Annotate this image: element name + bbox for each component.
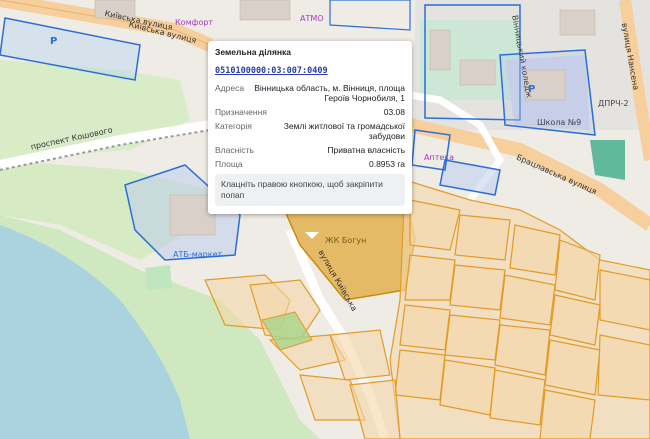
- label-address: Адреса: [215, 83, 245, 93]
- row-purpose: Призначення 03.08: [215, 107, 405, 117]
- row-address: Адреса Вінницька область, м. Вінниця, пл…: [215, 83, 405, 103]
- popup-title: Земельна ділянка: [215, 47, 292, 57]
- value-category: Землі житлової та громадської забудови: [283, 121, 405, 141]
- value-ownership: Приватна власність: [327, 145, 405, 155]
- row-category: Категорія Землі житлової та громадської …: [215, 121, 405, 141]
- popup-tip: [305, 232, 319, 239]
- value-address: Вінницька область, м. Вінниця, площа Гер…: [254, 83, 405, 103]
- pitch: [590, 140, 625, 180]
- parcel-info-popup[interactable]: Земельна ділянка 0510100000:03:007:0409 …: [208, 41, 412, 214]
- label-purpose: Призначення: [215, 107, 267, 117]
- cadastral-number-link[interactable]: 0510100000:03:007:0409: [215, 66, 405, 76]
- row-area: Площа 0.8953 га: [215, 159, 405, 169]
- label-area: Площа: [215, 159, 243, 169]
- label-ownership: Власність: [215, 145, 254, 155]
- value-area: 0.8953 га: [368, 159, 405, 169]
- popup-hint: Клацніть правою кнопкою, щоб закріпити п…: [215, 174, 405, 206]
- label-category: Категорія: [215, 121, 252, 131]
- playground: [145, 265, 172, 290]
- value-purpose: 03.08: [383, 107, 405, 117]
- row-ownership: Власність Приватна власність: [215, 145, 405, 155]
